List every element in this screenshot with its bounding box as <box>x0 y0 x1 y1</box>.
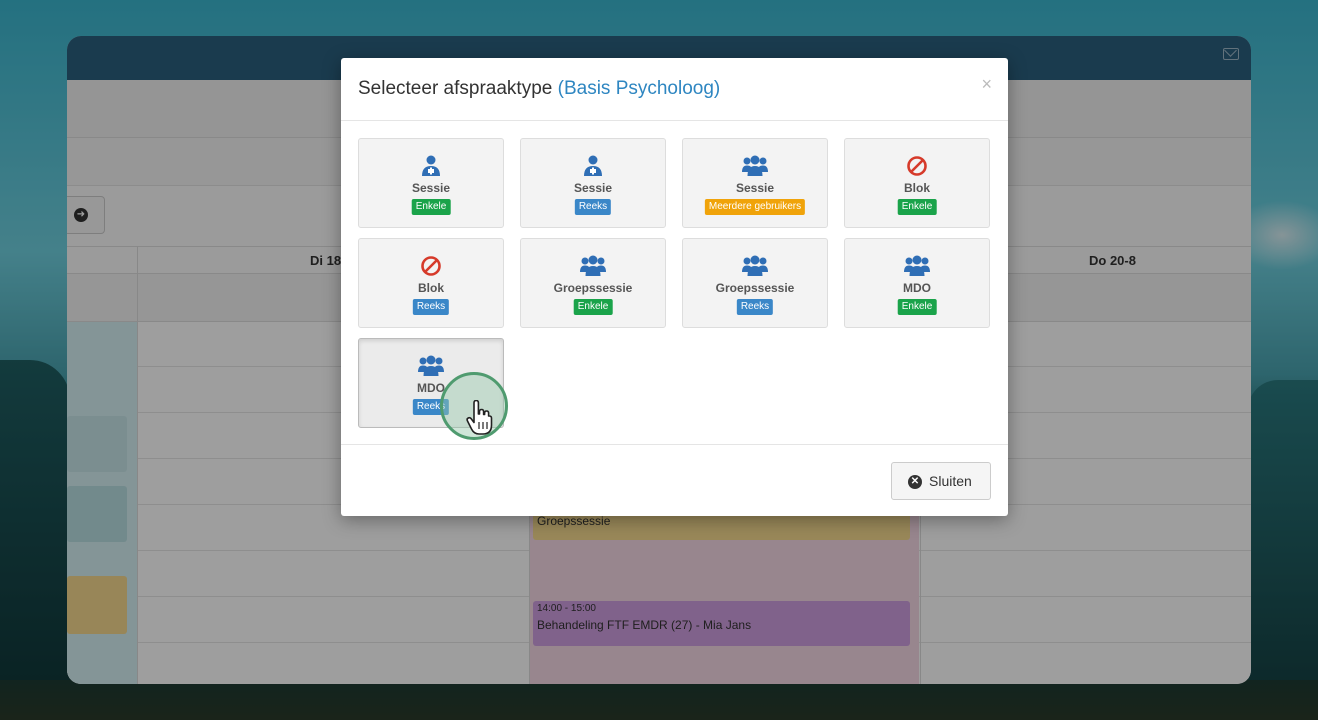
modal-title: Selecteer afspraaktype (Basis Psycholoog… <box>358 78 720 100</box>
mail-icon[interactable] <box>1223 48 1239 60</box>
badge-enkele: Enkele <box>897 199 937 215</box>
background-ground <box>0 680 1318 720</box>
tile-blok-reeks[interactable]: Blok Reeks <box>358 238 504 328</box>
event-title: Behandeling FTF EMDR (27) - Mia Jans <box>537 618 752 632</box>
tile-label: Blok <box>903 181 930 195</box>
modal-title-prefix: Selecteer afspraaktype <box>358 78 553 99</box>
day-header-tuesday[interactable]: Di 18 <box>310 253 341 268</box>
tile-label: MDO <box>903 281 931 295</box>
event-time: 14:00 - 15:00 <box>537 603 596 614</box>
arrow-right-icon: ➜ <box>74 208 88 222</box>
hand-pointer-icon <box>466 400 493 435</box>
close-button-label: Sluiten <box>929 473 972 489</box>
tile-label: Sessie <box>411 181 451 195</box>
appointment-type-modal: Selecteer afspraaktype (Basis Psycholoog… <box>341 58 1008 516</box>
tile-groepssessie-enkele[interactable]: Groepssessie Enkele <box>520 238 666 328</box>
badge-enkele: Enkele <box>411 199 451 215</box>
badge-enkele: Enkele <box>573 299 613 315</box>
next-week-button[interactable]: ➜ <box>67 196 105 234</box>
event-title: Groepssessie <box>537 514 611 528</box>
calendar-event[interactable] <box>67 576 127 634</box>
calendar-event-behandeling[interactable]: 14:00 - 15:00 Behandeling FTF EMDR (27) … <box>533 601 910 646</box>
badge-meerdere-gebruikers: Meerdere gebruikers <box>704 199 806 215</box>
tile-mdo-enkele[interactable]: MDO Enkele <box>844 238 990 328</box>
tile-label: Blok <box>417 281 444 295</box>
close-icon[interactable]: × <box>981 74 992 95</box>
users-icon <box>904 255 930 276</box>
users-icon <box>742 155 768 176</box>
badge-reeks: Reeks <box>412 299 450 315</box>
tile-sessie-enkele[interactable]: Sessie Enkele <box>358 138 504 228</box>
user-md-icon <box>584 155 602 176</box>
tile-label: Groepssessie <box>553 281 633 295</box>
calendar-event[interactable] <box>67 416 127 472</box>
badge-reeks: Reeks <box>736 299 774 315</box>
modal-title-role: (Basis Psycholoog) <box>557 78 721 99</box>
tile-label: Sessie <box>735 181 775 195</box>
times-circle-icon: ✕ <box>908 475 922 489</box>
close-button[interactable]: ✕ Sluiten <box>891 462 991 500</box>
user-md-icon <box>422 155 440 176</box>
day-header-thursday[interactable]: Do 20-8 <box>1089 253 1136 268</box>
ban-icon <box>421 256 441 276</box>
tile-sessie-meerdere-gebruikers[interactable]: Sessie Meerdere gebruikers <box>682 138 828 228</box>
background-hill-left <box>0 360 70 720</box>
badge-enkele: Enkele <box>897 299 937 315</box>
tile-sessie-reeks[interactable]: Sessie Reeks <box>520 138 666 228</box>
calendar-event[interactable] <box>67 486 127 542</box>
badge-reeks: Reeks <box>574 199 612 215</box>
tile-groepssessie-reeks[interactable]: Groepssessie Reeks <box>682 238 828 328</box>
modal-header: Selecteer afspraaktype (Basis Psycholoog… <box>341 58 1008 121</box>
tile-label: Sessie <box>573 181 613 195</box>
users-icon <box>418 355 444 376</box>
users-icon <box>580 255 606 276</box>
tile-blok-enkele[interactable]: Blok Enkele <box>844 138 990 228</box>
modal-footer: ✕ Sluiten <box>341 444 1008 516</box>
tile-label: Groepssessie <box>715 281 795 295</box>
background-hill-right <box>1248 380 1318 720</box>
ban-icon <box>907 156 927 176</box>
users-icon <box>742 255 768 276</box>
